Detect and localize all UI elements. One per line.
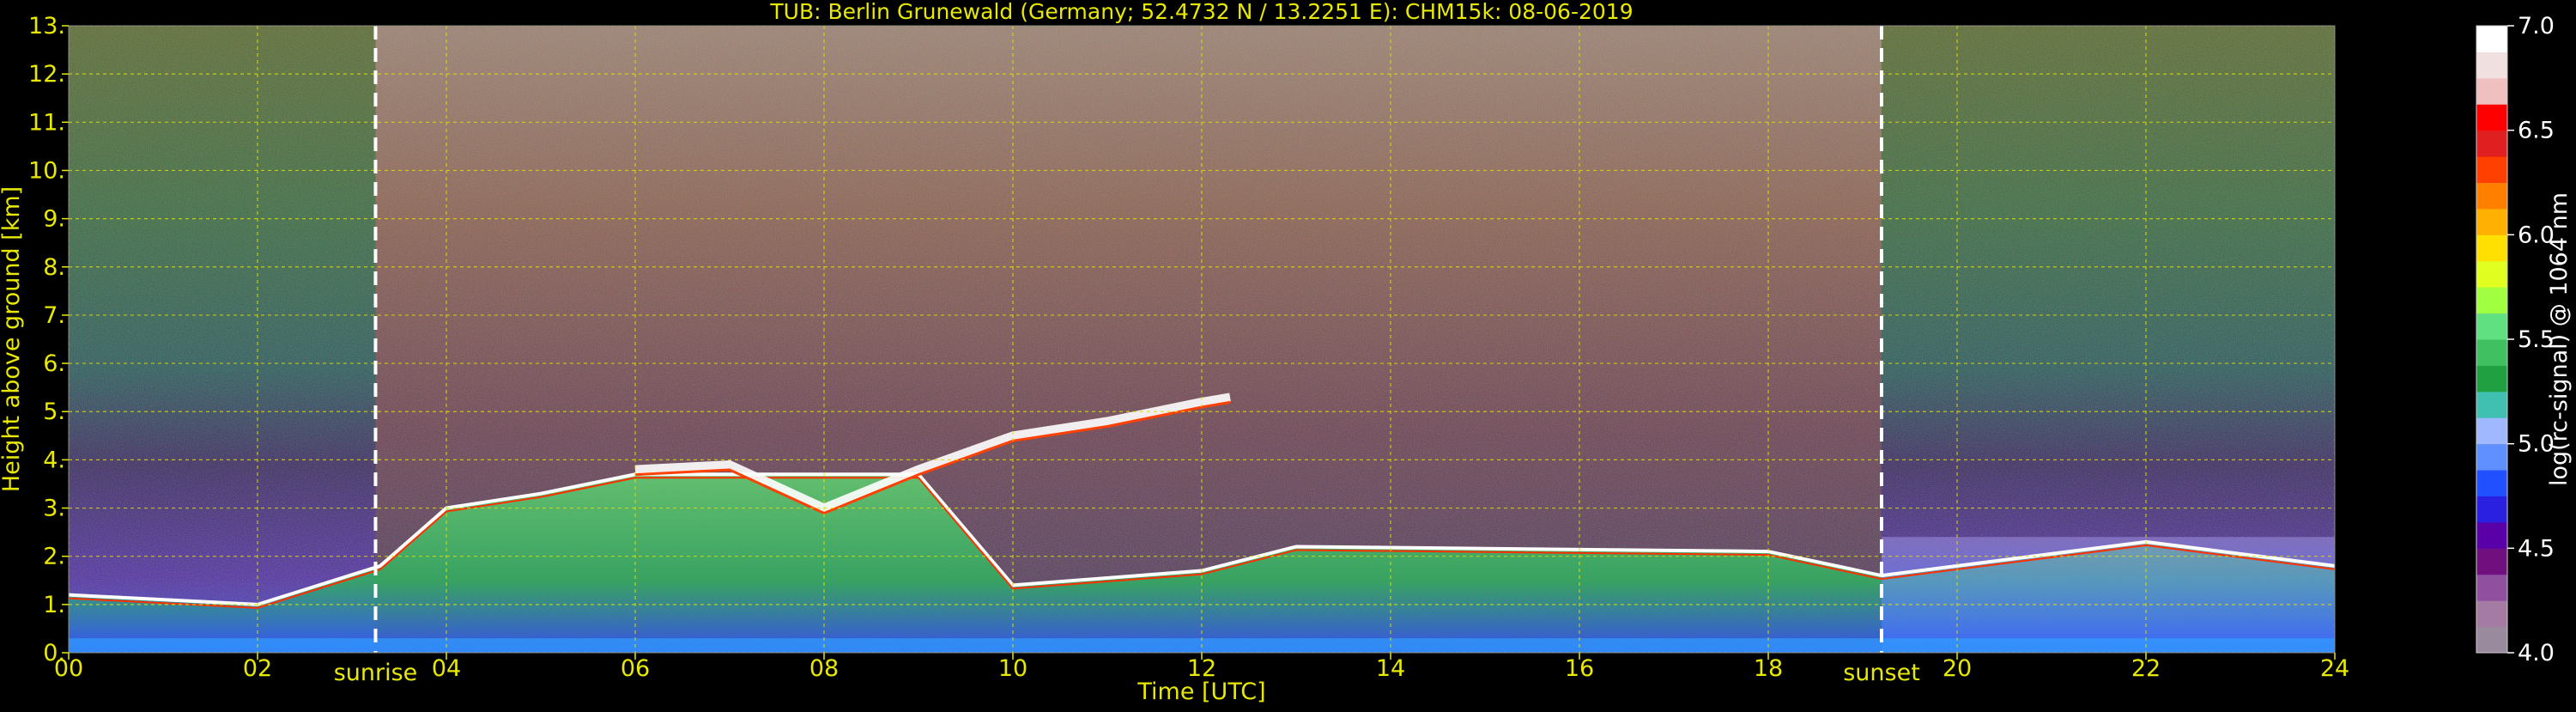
y-tick-label: 10. [28, 157, 65, 184]
y-tick-label: 2. [43, 544, 65, 570]
x-tick-label: 20 [1943, 655, 1972, 682]
colorbar-segment [2476, 496, 2507, 523]
colorbar-segment [2476, 521, 2507, 549]
y-axis-label: Height above ground [km] [0, 186, 25, 492]
residual-layer-fill [1882, 537, 2335, 653]
colorbar-segment [2476, 182, 2507, 210]
x-tick-label: 16 [1565, 655, 1594, 682]
colorbar-segment [2476, 208, 2507, 235]
y-tick-label: 4. [43, 447, 65, 473]
chart-svg: TUB: Berlin Grunewald (Germany; 52.4732 … [0, 0, 2573, 705]
y-tick-label: 13. [28, 13, 65, 40]
y-tick-label: 7. [43, 302, 65, 329]
y-tick-label: 11. [28, 109, 65, 136]
sunset-label: sunset [1843, 660, 1920, 686]
x-tick-label: 14 [1376, 655, 1405, 682]
y-tick-label: 6. [43, 350, 65, 377]
x-tick-label: 08 [809, 655, 839, 682]
colorbar-segment [2476, 626, 2507, 654]
colorbar-tick-label: 4.0 [2518, 640, 2555, 666]
ceilometer-chart: TUB: Berlin Grunewald (Germany; 52.4732 … [0, 0, 2576, 708]
colorbar-segment [2476, 260, 2507, 288]
colorbar-segment [2476, 339, 2507, 366]
marker-labels: sunrise sunset [334, 660, 1920, 686]
y-tick-label: 12. [28, 61, 65, 88]
colorbar-segment [2476, 443, 2507, 471]
colorbar-segment [2476, 234, 2507, 262]
colorbar-segment [2476, 470, 2507, 496]
y-tick-label: 0. [43, 640, 65, 666]
x-tick-label: 04 [432, 655, 461, 682]
colorbar-segment [2476, 391, 2507, 418]
chart-title: TUB: Berlin Grunewald (Germany; 52.4732 … [769, 0, 1633, 24]
colorbar-segment [2476, 130, 2507, 157]
colorbar-segment [2476, 52, 2507, 79]
x-tick-label: 02 [243, 655, 272, 682]
x-tick-label: 22 [2131, 655, 2161, 682]
colorbar [2476, 25, 2508, 654]
colorbar-segment [2476, 104, 2507, 131]
colorbar-segment [2476, 156, 2507, 183]
colorbar-segment [2476, 574, 2507, 601]
plot-area [69, 26, 2335, 653]
colorbar-tick-label: 6.5 [2518, 118, 2555, 144]
colorbar-tick-label: 4.5 [2518, 535, 2555, 562]
y-axis-ticks: 0. 1. 2. 3. 4. 5. 6. 7. 8. 9. 10. 11. 12. 13. [28, 13, 69, 666]
y-tick-label: 8. [43, 254, 65, 281]
y-tick-label: 1. [43, 592, 65, 618]
colorbar-segment [2476, 600, 2507, 628]
y-tick-label: 9. [43, 206, 65, 233]
x-tick-label: 24 [2320, 655, 2349, 682]
y-tick-label: 3. [43, 496, 65, 522]
colorbar-segment [2476, 77, 2507, 105]
colorbar-segment [2476, 26, 2507, 52]
x-tick-label: 18 [1754, 655, 1783, 682]
colorbar-segment [2476, 365, 2507, 393]
x-axis-label: Time [UTC] [1136, 679, 1265, 705]
sunrise-label: sunrise [334, 660, 418, 686]
colorbar-segment [2476, 313, 2507, 340]
x-tick-label: 06 [621, 655, 650, 682]
x-tick-label: 10 [998, 655, 1027, 682]
y-tick-label: 5. [43, 399, 65, 425]
colorbar-segment [2476, 287, 2507, 314]
colorbar-segment [2476, 548, 2507, 575]
colorbar-segment [2476, 417, 2507, 445]
colorbar-label: log(rc-signal) @ 1064 nm [2546, 192, 2573, 486]
colorbar-tick-label: 7.0 [2518, 13, 2555, 40]
